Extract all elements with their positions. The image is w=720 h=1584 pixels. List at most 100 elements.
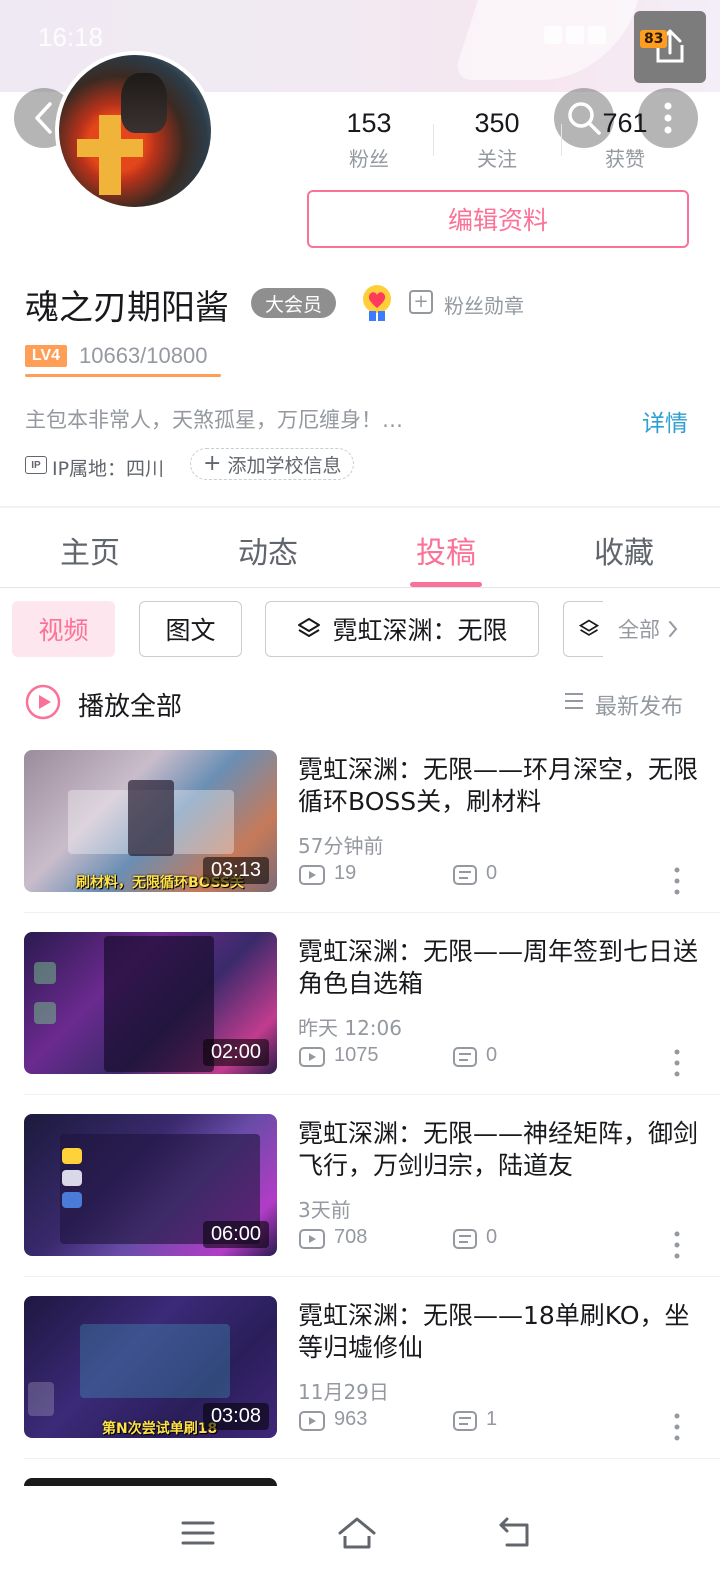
tabs-divider bbox=[0, 587, 720, 588]
video-danmaku: 1 bbox=[486, 1408, 498, 1430]
stat-fans[interactable]: 153 粉丝 bbox=[314, 108, 424, 172]
fan-medal-label[interactable]: 粉丝勋章 bbox=[444, 290, 524, 319]
nav-home-button[interactable] bbox=[327, 1508, 387, 1558]
play-all-button[interactable]: 播放全部 bbox=[78, 686, 182, 723]
video-views: 1075 bbox=[334, 1044, 379, 1066]
tab-uploads[interactable]: 投稿 bbox=[386, 528, 506, 572]
video-time: 11月29日 bbox=[298, 1380, 389, 1404]
list-divider bbox=[24, 1094, 720, 1095]
filter-all-label: 全部 bbox=[618, 618, 660, 642]
layers-icon bbox=[298, 618, 321, 637]
video-title[interactable]: 霓虹深渊：无限——神经矩阵，御剑飞行，万剑归宗，陆道友 bbox=[298, 1118, 698, 1182]
share-count-badge: 83 bbox=[640, 30, 668, 48]
video-danmaku: 0 bbox=[486, 1044, 498, 1066]
video-item[interactable]: 刷材料，无限循环BOSS关 03:13 霓虹深渊：无限——环月深空，无限循环BO… bbox=[0, 750, 720, 932]
vip-badge[interactable]: 大会员 bbox=[251, 288, 337, 318]
status-icons bbox=[540, 26, 630, 52]
stat-separator bbox=[433, 124, 434, 156]
nav-menu-button[interactable] bbox=[168, 1508, 228, 1558]
menu-icon bbox=[181, 1521, 215, 1545]
video-title[interactable]: 霓虹深渊：无限——环月深空，无限循环BOSS关，刷材料 bbox=[298, 754, 698, 818]
video-time: 57分钟前 bbox=[298, 834, 384, 858]
danmaku-icon bbox=[453, 1047, 477, 1067]
video-duration: 06:00 bbox=[202, 1221, 269, 1248]
video-title[interactable]: 霓虹深渊：无限——周年签到七日送角色自选箱 bbox=[298, 936, 698, 1000]
more-vertical-icon[interactable] bbox=[670, 1048, 684, 1078]
fan-medal-icon[interactable]: + bbox=[409, 290, 433, 314]
video-thumbnail[interactable]: 02:00 bbox=[24, 932, 277, 1074]
play-count-icon bbox=[299, 1229, 325, 1249]
layers-icon bbox=[578, 619, 600, 636]
video-duration: 03:08 bbox=[202, 1403, 269, 1430]
tab-home[interactable]: 主页 bbox=[30, 528, 150, 572]
list-divider bbox=[24, 912, 720, 913]
detail-link[interactable]: 详情 bbox=[642, 404, 688, 438]
play-count-icon bbox=[299, 865, 325, 885]
status-time: 16:18 bbox=[38, 22, 104, 52]
play-all-icon[interactable] bbox=[25, 684, 61, 720]
video-time: 昨天 12:06 bbox=[298, 1016, 402, 1040]
play-count-icon bbox=[299, 1411, 325, 1431]
filter-all-link[interactable]: 全部 bbox=[604, 601, 720, 657]
video-item[interactable]: 第N次尝试单刷18 03:08 霓虹深渊：无限——18单刷KO，坐等归墟修仙 1… bbox=[0, 1296, 720, 1478]
level-badge: LV4 bbox=[25, 345, 67, 367]
stat-fans-value: 153 bbox=[346, 108, 392, 138]
video-duration: 02:00 bbox=[202, 1039, 269, 1066]
video-views: 963 bbox=[334, 1408, 368, 1430]
video-title[interactable]: 霓虹深渊：无限——18单刷KO，坐等归墟修仙 bbox=[298, 1300, 698, 1364]
filter-collection[interactable]: 霓虹深渊：无限 bbox=[265, 601, 539, 657]
section-divider bbox=[0, 506, 720, 508]
edit-profile-button[interactable]: 编辑资料 bbox=[307, 190, 689, 248]
filter-collection-partial[interactable] bbox=[563, 601, 603, 657]
more-vertical-icon[interactable] bbox=[670, 1412, 684, 1442]
nav-back-button[interactable] bbox=[485, 1508, 545, 1558]
tab-dynamic[interactable]: 动态 bbox=[208, 528, 328, 572]
video-thumbnail[interactable]: 第N次尝试单刷18 03:08 bbox=[24, 1296, 277, 1438]
stat-likes: 761 获赞 bbox=[570, 108, 680, 172]
stat-separator bbox=[561, 124, 562, 156]
video-item[interactable]: 02:00 霓虹深渊：无限——周年签到七日送角色自选箱 昨天 12:06 107… bbox=[0, 932, 720, 1114]
video-time: 3天前 bbox=[298, 1198, 351, 1222]
filter-video[interactable]: 视频 bbox=[12, 601, 115, 657]
stat-following-label: 关注 bbox=[477, 147, 517, 171]
video-thumbnail[interactable]: 06:00 bbox=[24, 1114, 277, 1256]
ip-location: IP属地：四川 bbox=[52, 458, 165, 480]
stat-fans-label: 粉丝 bbox=[349, 147, 389, 171]
stat-likes-label: 获赞 bbox=[605, 147, 645, 171]
sort-icon[interactable] bbox=[564, 692, 584, 710]
video-item[interactable]: 06:00 霓虹深渊：无限——神经矩阵，御剑飞行，万剑归宗，陆道友 3天前 70… bbox=[0, 1114, 720, 1296]
stat-following-value: 350 bbox=[474, 108, 520, 138]
filter-image-text[interactable]: 图文 bbox=[139, 601, 242, 657]
signature: 主包本非常人，天煞孤星，万厄缠身！… bbox=[25, 408, 403, 432]
chevron-left-icon bbox=[35, 102, 52, 134]
avatar[interactable] bbox=[55, 51, 215, 211]
video-danmaku: 0 bbox=[486, 1226, 498, 1248]
add-school-label: 添加学校信息 bbox=[227, 454, 342, 477]
home-icon bbox=[338, 1517, 376, 1549]
video-danmaku: 0 bbox=[486, 862, 498, 884]
sort-selector[interactable]: 最新发布 bbox=[595, 689, 683, 721]
tab-favorites[interactable]: 收藏 bbox=[564, 528, 684, 572]
more-vertical-icon[interactable] bbox=[670, 866, 684, 896]
video-caption: 第N次尝试单刷18 bbox=[102, 1421, 218, 1437]
medal-icon[interactable] bbox=[360, 284, 394, 322]
video-duration: 03:13 bbox=[202, 857, 269, 884]
back-icon bbox=[499, 1517, 529, 1547]
level-exp: 10663/10800 bbox=[79, 343, 208, 368]
danmaku-icon bbox=[453, 1411, 477, 1431]
level-progress-bar bbox=[25, 374, 221, 377]
plus-icon: + bbox=[203, 451, 222, 476]
video-thumbnail[interactable]: 刷材料，无限循环BOSS关 03:13 bbox=[24, 750, 277, 892]
stat-likes-value: 761 bbox=[602, 108, 648, 138]
play-count-icon bbox=[299, 1047, 325, 1067]
username: 魂之刃期阳酱 bbox=[25, 288, 229, 328]
chevron-right-icon bbox=[669, 621, 678, 637]
stat-following[interactable]: 350 关注 bbox=[442, 108, 552, 172]
list-divider bbox=[24, 1458, 720, 1459]
add-school-button[interactable]: + 添加学校信息 bbox=[190, 448, 355, 480]
ip-icon: IP bbox=[25, 456, 47, 474]
video-views: 19 bbox=[334, 862, 357, 884]
video-views: 708 bbox=[334, 1226, 368, 1248]
more-vertical-icon[interactable] bbox=[670, 1230, 684, 1260]
list-divider bbox=[24, 1276, 720, 1277]
